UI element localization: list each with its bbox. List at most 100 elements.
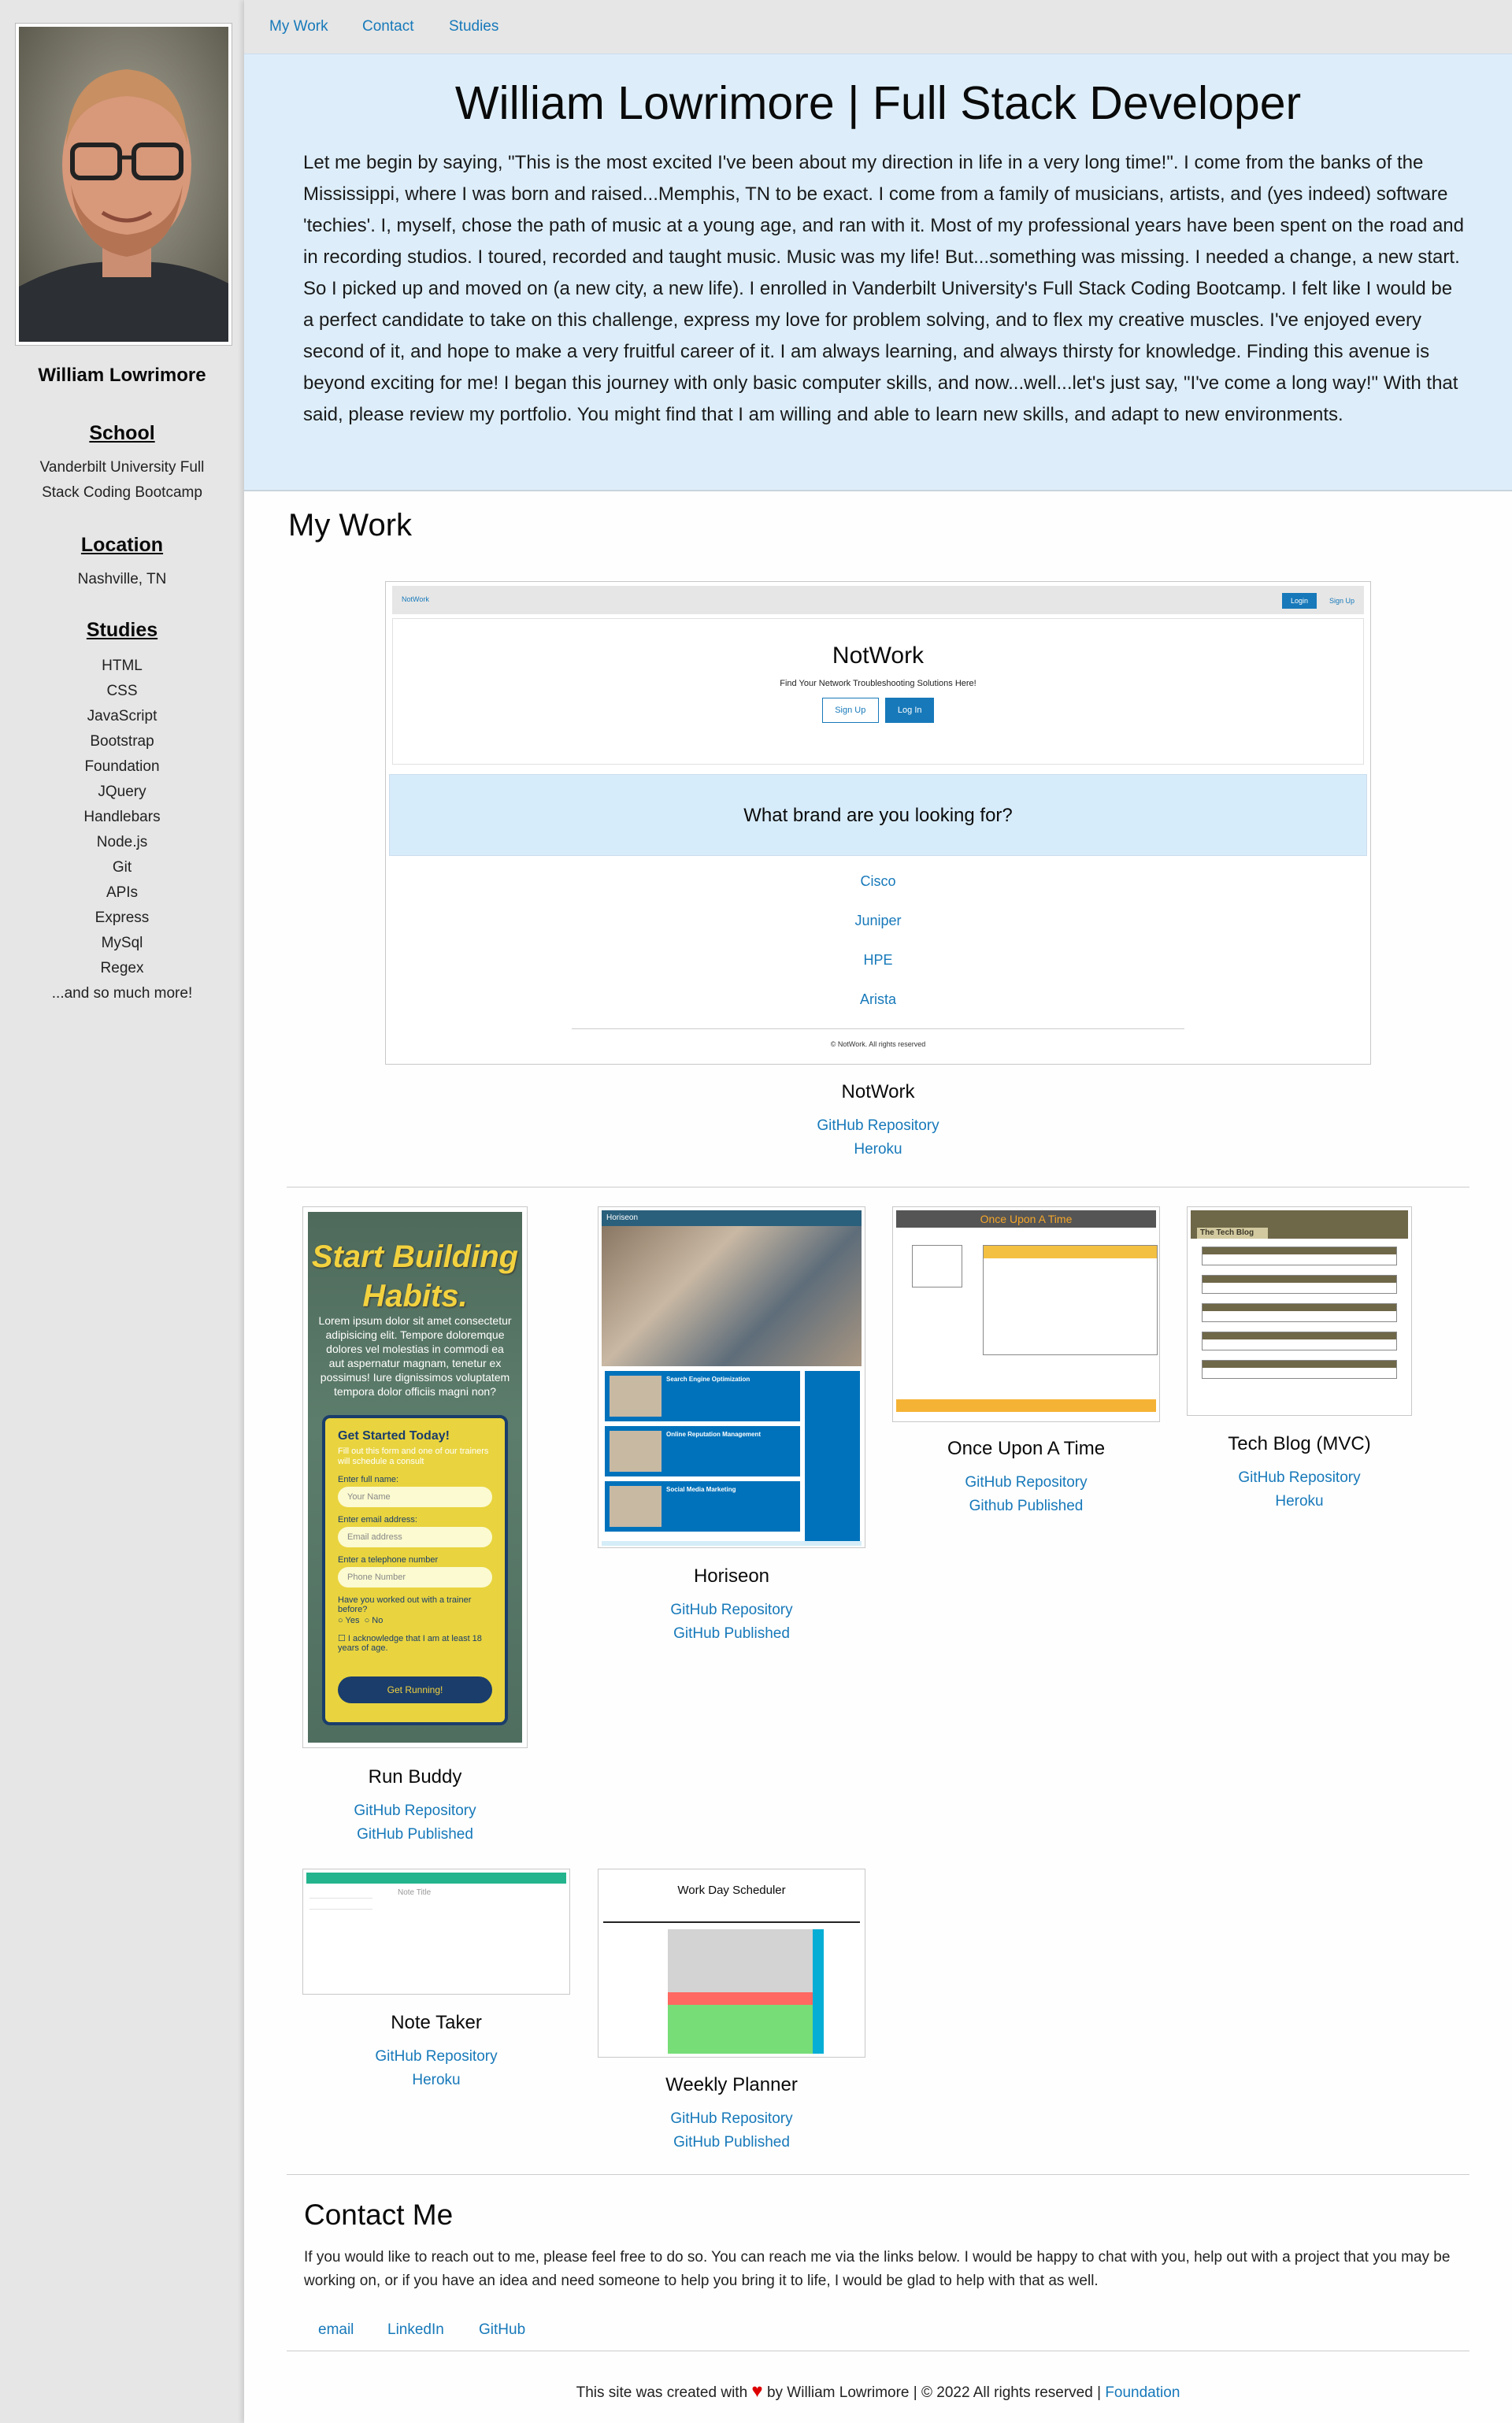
contact-linkedin-link[interactable]: LinkedIn — [387, 2321, 444, 2339]
onceupon-repo-link[interactable]: GitHub Repository — [892, 1474, 1160, 1491]
planner-save-buttons — [813, 1929, 824, 2054]
hero-callout: William Lowrimore | Full Stack Developer… — [244, 54, 1512, 491]
profile-photo — [16, 24, 232, 345]
horiseon-block: Social Media Marketing — [605, 1481, 800, 1532]
horiseon-repo-link[interactable]: GitHub Repository — [598, 1602, 865, 1619]
footer-suffix: by William Lowrimore | © 2022 All rights… — [766, 2384, 1102, 2401]
notetaker-heroku-link[interactable]: Heroku — [302, 2072, 570, 2089]
techblog-post — [1202, 1247, 1397, 1265]
techblog-post — [1202, 1303, 1397, 1322]
notetaker-note-title: Note Title — [398, 1888, 432, 1897]
runbuddy-label-name: Enter full name: — [338, 1475, 399, 1484]
notwork-screenshot[interactable]: NotWork Login Sign Up NotWork Find Your … — [385, 581, 1371, 1065]
contact-email-link[interactable]: email — [318, 2321, 354, 2339]
horiseon-block: Online Reputation Management — [605, 1426, 800, 1476]
nav-contact[interactable]: Contact — [362, 18, 413, 35]
study-item: JavaScript — [87, 708, 158, 724]
nav-studies[interactable]: Studies — [449, 18, 498, 35]
main-content: My Work Contact Studies William Lowrimor… — [244, 0, 1512, 2423]
notwork-brand-link: Arista — [859, 991, 896, 1007]
techblog-post — [1202, 1275, 1397, 1294]
notwork-hero: NotWork Find Your Network Troubleshootin… — [392, 618, 1364, 765]
heart-icon: ♥ — [751, 2380, 763, 2402]
planner-repo-link[interactable]: GitHub Repository — [598, 2110, 865, 2128]
school-text: Vanderbilt University Full Stack Coding … — [39, 459, 205, 501]
planner-future-rows — [668, 2005, 813, 2054]
school-heading: School — [89, 422, 155, 444]
nav-my-work[interactable]: My Work — [269, 18, 328, 35]
notetaker-list-line — [309, 1909, 372, 1910]
top-nav: My Work Contact Studies — [244, 0, 1512, 54]
study-item: MySql — [101, 935, 143, 951]
runbuddy-ack-text: I acknowledge that I am at least 18 year… — [338, 1634, 482, 1653]
runbuddy-input-phone: Phone Number — [338, 1567, 492, 1588]
study-item: Regex — [100, 960, 144, 976]
notwork-brand-link: HPE — [863, 952, 893, 968]
horiseon-block: Search Engine Optimization — [605, 1371, 800, 1421]
notetaker-screenshot[interactable]: Note Title — [302, 1869, 570, 1995]
runbuddy-question: Have you worked out with a trainer befor… — [338, 1595, 472, 1614]
notetaker-list-line — [309, 1898, 372, 1899]
horiseon-published-link[interactable]: GitHub Published — [598, 1625, 865, 1643]
notwork-brand: NotWork — [402, 595, 429, 603]
horiseon-navbar: Horiseon — [602, 1210, 862, 1226]
planner-screenshot[interactable]: Work Day Scheduler — [598, 1869, 865, 2058]
study-item: APIs — [106, 884, 139, 901]
sidebar: William Lowrimore School Vanderbilt Univ… — [0, 0, 244, 2423]
study-item: Git — [112, 859, 132, 876]
runbuddy-radio-yes: Yes — [345, 1616, 360, 1625]
techblog-screenshot[interactable]: The Tech Blog — [1187, 1206, 1412, 1416]
runbuddy-form-title: Get Started Today! — [338, 1429, 450, 1443]
notwork-brand-link: Juniper — [854, 913, 902, 928]
contact-github-link[interactable]: GitHub — [479, 2321, 525, 2339]
runbuddy-screenshot[interactable]: Start Building Habits. Lorem ipsum dolor… — [302, 1206, 528, 1748]
notwork-repo-link[interactable]: GitHub Repository — [385, 1117, 1371, 1135]
runbuddy-form-desc: Fill out this form and one of our traine… — [338, 1447, 489, 1466]
runbuddy-input-name: Your Name — [338, 1487, 492, 1507]
onceupon-published-link[interactable]: Github Published — [892, 1498, 1160, 1515]
project-title-notetaker: Note Taker — [391, 2012, 482, 2033]
section-divider — [287, 2174, 1469, 2175]
notwork-footer-divider — [572, 1028, 1184, 1029]
notwork-question-panel: What brand are you looking for? — [389, 774, 1367, 856]
runbuddy-input-email: Email address — [338, 1527, 492, 1547]
footer-foundation-link[interactable]: Foundation — [1105, 2384, 1180, 2401]
notwork-brand-link: Cisco — [860, 873, 896, 889]
onceupon-screenshot[interactable]: Once Upon A Time — [892, 1206, 1160, 1422]
onceupon-search-panel — [912, 1245, 962, 1287]
horiseon-hero-image — [602, 1226, 862, 1366]
planner-divider — [603, 1921, 860, 1923]
planner-published-link[interactable]: GitHub Published — [598, 2134, 865, 2151]
runbuddy-headline: Start Building Habits. — [311, 1239, 519, 1313]
runbuddy-radio-row: ○ Yes ○ No — [338, 1616, 384, 1625]
runbuddy-repo-link[interactable]: GitHub Repository — [302, 1802, 528, 1820]
notwork-signup-button: Sign Up — [821, 698, 879, 723]
planner-past-rows — [668, 1929, 813, 1992]
horiseon-block-title: Online Reputation Management — [666, 1431, 762, 1438]
notwork-login-button-hero: Log In — [885, 698, 935, 723]
study-item: Node.js — [96, 834, 148, 850]
onceupon-footer — [896, 1399, 1156, 1412]
notetaker-repo-link[interactable]: GitHub Repository — [302, 2048, 570, 2065]
techblog-heroku-link[interactable]: Heroku — [1187, 1493, 1412, 1510]
notwork-login-button: Login — [1282, 593, 1317, 609]
page-footer: This site was created with ♥ by William … — [244, 2380, 1512, 2403]
notwork-navbar: NotWork Login Sign Up — [392, 586, 1364, 614]
runbuddy-published-link[interactable]: GitHub Published — [302, 1826, 528, 1843]
notwork-hero-title: NotWork — [832, 643, 925, 669]
techblog-title: The Tech Blog — [1197, 1228, 1268, 1239]
project-title-techblog: Tech Blog (MVC) — [1228, 1433, 1371, 1454]
project-title-runbuddy: Run Buddy — [368, 1766, 462, 1788]
horiseon-screenshot[interactable]: Horiseon Search Engine Optimization Onli… — [598, 1206, 865, 1548]
project-title-onceupon: Once Upon A Time — [947, 1438, 1106, 1459]
runbuddy-submit-button: Get Running! — [338, 1676, 492, 1703]
location-text: Nashville, TN — [77, 571, 167, 587]
contact-heading: Contact Me — [304, 2199, 454, 2231]
notwork-heroku-link[interactable]: Heroku — [385, 1141, 1371, 1158]
project-title-notwork: NotWork — [841, 1081, 915, 1102]
techblog-post — [1202, 1360, 1397, 1379]
runbuddy-blurb: Lorem ipsum dolor sit amet consectetur a… — [318, 1314, 512, 1398]
page-title: William Lowrimore | Full Stack Developer — [454, 77, 1302, 129]
study-item: CSS — [106, 683, 138, 699]
techblog-repo-link[interactable]: GitHub Repository — [1187, 1469, 1412, 1487]
